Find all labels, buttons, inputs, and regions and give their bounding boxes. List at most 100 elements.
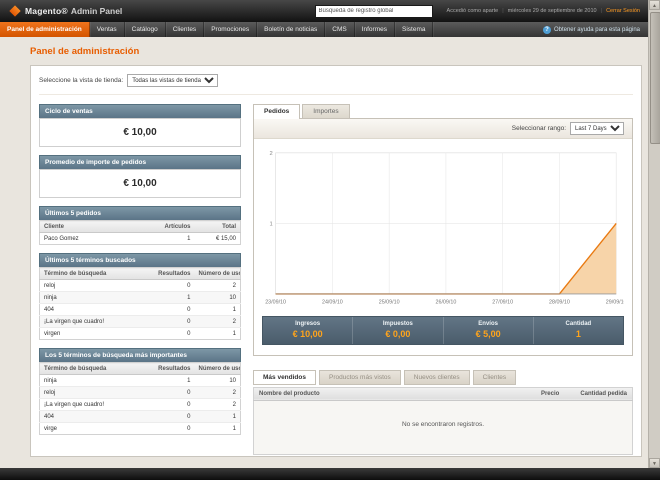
orders-chart: 1 2 23/09/10 24/09/10 25/09/10 26/09/10 27/09/… <box>265 151 624 306</box>
total-value: € 5,00 <box>475 328 501 339</box>
chart-wrap: 1 2 23/09/10 24/09/10 25/09/10 26/09/10 27/09/… <box>254 139 632 308</box>
page-help-link[interactable]: ? Obtener ayuda para esta página <box>535 22 648 37</box>
card-table: Término de búsqueda Resultados Número de u… <box>39 267 241 340</box>
table-cell: 1 <box>194 410 241 423</box>
nav-item-catalogo[interactable]: Catálogo <box>125 22 166 37</box>
tab-pedidos[interactable]: Pedidos <box>253 104 301 119</box>
table-cell: 0 <box>148 398 195 411</box>
store-switcher: Seleccione la vista de tienda: Todas las… <box>39 74 633 95</box>
tab-productos-mas-vistos[interactable]: Productos más vistos <box>318 369 401 385</box>
table-cell: 0 <box>148 327 195 340</box>
top-search-terms-card: Los 5 términos de búsqueda más important… <box>39 348 241 435</box>
column-header: Precio <box>496 387 565 401</box>
totals-bar: Ingresos € 10,00 Impuestos € 0,00 Envíos € 5,… <box>262 315 624 345</box>
tab-nuevos-clientes[interactable]: Nuevos clientes <box>403 369 470 385</box>
table-row[interactable]: virgen 0 1 <box>39 327 241 340</box>
footer-bar <box>0 468 660 480</box>
svg-text:1: 1 <box>269 221 272 227</box>
tab-importes[interactable]: Importes <box>302 104 350 118</box>
nav-item-promociones[interactable]: Promociones <box>204 22 258 37</box>
empty-row: No se encontraron registros. <box>253 400 633 455</box>
table-row[interactable]: reloj 0 2 <box>39 279 241 292</box>
tab-mas-vendidos[interactable]: Más vendidos <box>253 369 316 385</box>
total-value: € 0,00 <box>385 328 411 339</box>
svg-text:27/09/10: 27/09/10 <box>492 300 513 306</box>
column-header: Artículos <box>148 220 195 233</box>
table-cell: 1 <box>148 291 195 304</box>
table-cell: 10 <box>194 291 241 304</box>
card-table: Término de búsqueda Resultados Número de u… <box>39 362 241 435</box>
right-column: Pedidos Importes Seleccionar rango: Last … <box>253 104 633 455</box>
table-cell: 404 <box>39 410 149 423</box>
store-view-select[interactable]: Todas las vistas de tienda <box>127 74 219 87</box>
table-row[interactable]: reloj 0 2 <box>39 386 241 399</box>
table-row[interactable]: virge 0 1 <box>39 422 241 435</box>
total-label: Envíos <box>478 320 498 327</box>
card-table: Cliente Artículos Total Paco Gomez 1 € 15,00 <box>39 220 241 245</box>
global-search-input[interactable] <box>314 4 433 18</box>
svg-text:2: 2 <box>269 151 272 157</box>
total-label: Impuestos <box>382 320 413 327</box>
table-row[interactable]: 404 0 1 <box>39 303 241 316</box>
column-header: Resultados <box>148 267 195 280</box>
dashboard-panel: Seleccione la vista de tienda: Todas las… <box>30 65 642 457</box>
card-title: Últimos 5 términos buscados <box>39 253 241 267</box>
table-row[interactable]: Paco Gomez 1 € 15,00 <box>39 232 241 245</box>
table-cell: reloj <box>39 386 149 399</box>
average-orders-card: Promedio de importe de pedidos € 10,00 <box>39 155 241 198</box>
range-label: Seleccionar rango: <box>511 125 566 132</box>
nav-item-sistema[interactable]: Sistema <box>395 22 434 37</box>
scrollbar[interactable]: ▲ ▼ <box>648 0 660 468</box>
table-cell: 0 <box>148 315 195 328</box>
separator: | <box>600 8 603 14</box>
total-label: Ingresos <box>295 320 321 327</box>
main-navbar: Panel de administración Ventas Catálogo Cli… <box>0 22 648 37</box>
nav-item-panel-de-administracion[interactable]: Panel de administración <box>0 22 90 37</box>
nav-item-ventas[interactable]: Ventas <box>90 22 125 37</box>
scrollbar-thumb[interactable] <box>650 12 660 144</box>
brand-name: Magento® <box>25 6 68 16</box>
nav-item-informes[interactable]: Informes <box>355 22 395 37</box>
table-cell: ninja <box>39 291 149 304</box>
card-title: Los 5 términos de búsqueda más important… <box>39 348 241 362</box>
column-header: Total <box>194 220 241 233</box>
scroll-down-button[interactable]: ▼ <box>649 458 660 468</box>
table-cell: 0 <box>148 422 195 435</box>
session-info: Accedió como aparte | miércoles 29 de se… <box>447 8 640 14</box>
nav-item-clientes[interactable]: Clientes <box>166 22 205 37</box>
total-value: € 10,00 <box>292 328 323 339</box>
nav-item-boletin-de-noticias[interactable]: Boletín de noticias <box>257 22 326 37</box>
table-cell: 2 <box>194 279 241 292</box>
total-impuestos: Impuestos € 0,00 <box>352 316 442 344</box>
svg-text:23/09/10: 23/09/10 <box>265 300 286 306</box>
logout-link[interactable]: Cerrar Sesión <box>606 8 640 14</box>
table-row[interactable]: ninja 1 10 <box>39 374 241 387</box>
table-row[interactable]: ¡La virgen que cuadro! 0 2 <box>39 315 241 328</box>
column-header: Término de búsqueda <box>39 267 149 280</box>
table-cell: ¡La virgen que cuadro! <box>39 398 149 411</box>
column-header: Cantidad pedida <box>564 387 633 401</box>
total-envios: Envíos € 5,00 <box>442 316 533 344</box>
range-select[interactable]: Last 7 Days <box>570 122 624 135</box>
table-cell: 1 <box>194 327 241 340</box>
total-value: 1 <box>575 328 581 339</box>
page-title: Panel de administración <box>30 46 140 57</box>
scroll-up-button[interactable]: ▲ <box>649 0 660 10</box>
tab-clientes[interactable]: Clientes <box>472 369 517 385</box>
table-row[interactable]: 404 0 1 <box>39 410 241 423</box>
table-cell: 0 <box>148 279 195 292</box>
table-cell: 1 <box>194 303 241 316</box>
store-view-label: Seleccione la vista de tienda: <box>39 77 124 84</box>
table-cell: 0 <box>148 386 195 399</box>
table-cell: 2 <box>194 386 241 399</box>
table-cell: € 15,00 <box>194 232 241 245</box>
nav-item-cms[interactable]: CMS <box>325 22 355 37</box>
content-area: Panel de administración Seleccione la vi… <box>0 37 648 468</box>
top-terms-table-host: Término de búsqueda Resultados Número de u… <box>39 362 241 435</box>
table-row[interactable]: ¡La virgen que cuadro! 0 2 <box>39 398 241 411</box>
table-row[interactable]: ninja 1 10 <box>39 291 241 304</box>
brand: Magento® Admin Panel <box>8 5 122 17</box>
total-label: Cantidad <box>565 320 592 327</box>
table-cell: 0 <box>148 410 195 423</box>
svg-text:28/09/10: 28/09/10 <box>549 300 570 306</box>
